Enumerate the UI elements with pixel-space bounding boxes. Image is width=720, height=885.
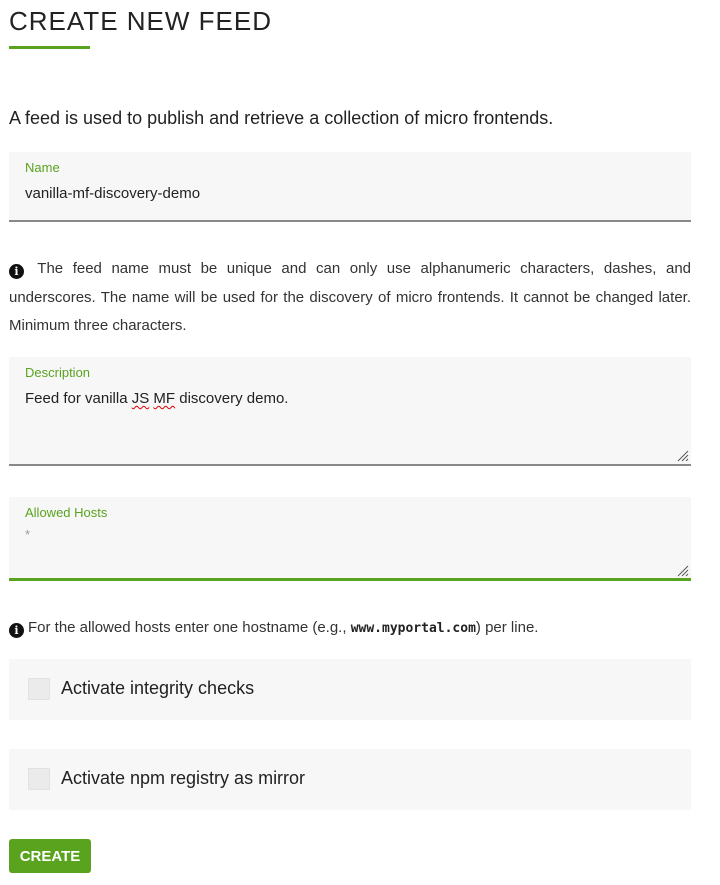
hostname-example: www.myportal.com — [350, 621, 476, 636]
name-label: Name — [25, 160, 60, 175]
integrity-checks-checkbox[interactable] — [28, 678, 50, 700]
integrity-checks-label: Activate integrity checks — [61, 678, 255, 698]
allowed-hosts-field[interactable]: Allowed Hosts * — [9, 497, 691, 581]
description-field[interactable]: Description Feed for vanilla JS MF disco… — [9, 357, 691, 466]
create-button[interactable]: CREATE — [9, 839, 91, 873]
spellcheck-word-mf: MF — [153, 390, 176, 407]
intro-text: A feed is used to publish and retrieve a… — [9, 108, 554, 128]
spellcheck-word-js: JS — [131, 390, 150, 407]
name-hint-text: The feed name must be unique and can onl… — [9, 260, 691, 334]
info-icon: i — [9, 623, 24, 638]
allowed-hosts-underline — [9, 578, 691, 581]
npm-mirror-label: Activate npm registry as mirror — [61, 768, 306, 788]
name-input[interactable]: vanilla-mf-discovery-demo — [25, 185, 200, 202]
name-underline — [9, 220, 691, 222]
integrity-checks-row[interactable]: Activate integrity checks — [9, 659, 691, 720]
hosts-hint: i For the allowed hosts enter one hostnam… — [9, 614, 691, 644]
page-title: CREATE NEW FEED — [9, 6, 272, 36]
npm-mirror-row[interactable]: Activate npm registry as mirror — [9, 749, 691, 810]
title-underline — [9, 46, 90, 49]
description-textarea[interactable]: Feed for vanilla JS MF discovery demo. — [25, 390, 288, 407]
name-hint: i The feed name must be unique and can o… — [9, 255, 691, 341]
resize-grip-icon[interactable] — [676, 449, 689, 462]
npm-mirror-checkbox[interactable] — [28, 768, 50, 790]
description-underline — [9, 464, 691, 466]
name-field[interactable]: Name vanilla-mf-discovery-demo — [9, 152, 691, 222]
description-label: Description — [25, 365, 91, 380]
allowed-hosts-textarea[interactable]: * — [25, 527, 30, 542]
resize-grip-icon[interactable] — [676, 564, 689, 577]
info-icon: i — [9, 264, 24, 279]
allowed-hosts-label: Allowed Hosts — [25, 505, 108, 520]
